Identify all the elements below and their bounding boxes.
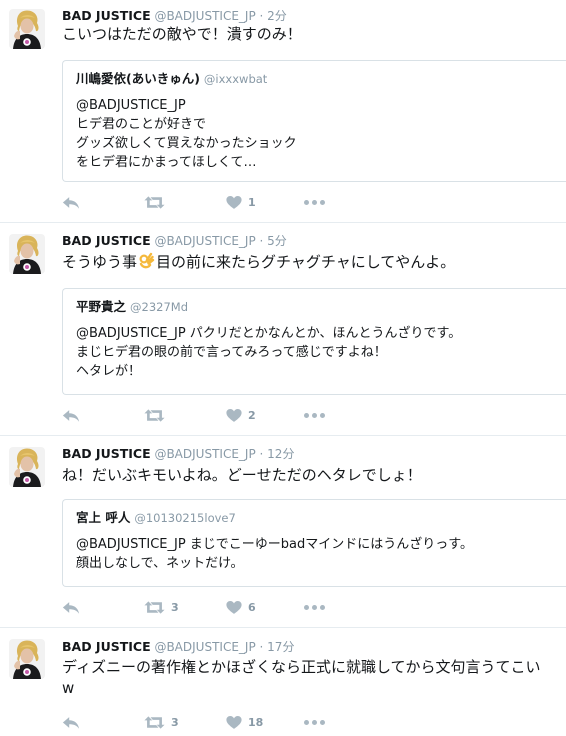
avatar[interactable]	[9, 234, 45, 274]
tweet-header: BAD JUSTICE @BADJUSTICE_JP · 5分	[62, 233, 287, 249]
more-icon	[304, 412, 309, 418]
quoted-text-line: @BADJUSTICE_JP まじでこーゆーbadマインドにはうんざりっす。	[76, 537, 473, 552]
tweet-header: BAD JUSTICE @BADJUSTICE_JP · 17分	[62, 639, 294, 655]
separator-dot: ·	[259, 234, 264, 248]
username[interactable]: @BADJUSTICE_JP	[154, 9, 255, 23]
timestamp[interactable]: 17分	[267, 640, 294, 654]
more-button[interactable]	[304, 713, 325, 731]
retweet-button[interactable]	[144, 193, 171, 211]
display-name[interactable]: BAD JUSTICE	[62, 233, 151, 248]
heart-icon	[226, 195, 242, 210]
quoted-header: 川嶋愛依(あいきゅん) @ixxxwbat	[76, 71, 566, 87]
retweet-icon	[144, 195, 165, 210]
more-icon	[304, 199, 309, 205]
like-count: 6	[248, 600, 256, 614]
reply-icon	[62, 600, 80, 615]
quoted-header: 宮上 呼人 @10130215love7	[76, 510, 566, 526]
quoted-header: 平野貴之 @2327Md	[76, 299, 566, 315]
more-icon	[304, 604, 309, 610]
username[interactable]: @BADJUSTICE_JP	[154, 234, 255, 248]
tweet-text-part: 目の前に来たらグチャグチャにしてやんよ。	[156, 253, 456, 271]
tweet-header: BAD JUSTICE @BADJUSTICE_JP · 2分	[62, 8, 287, 24]
reply-button[interactable]	[62, 193, 80, 211]
quoted-username: @ixxxwbat	[203, 72, 268, 86]
avatar[interactable]	[9, 639, 45, 679]
timestamp[interactable]: 12分	[267, 447, 294, 461]
quoted-text-line: まじヒデ君の眼の前で言ってみろって感じですよね！	[76, 345, 387, 360]
more-button[interactable]	[304, 406, 325, 424]
tweet-header: BAD JUSTICE @BADJUSTICE_JP · 12分	[62, 446, 294, 462]
quoted-display-name: 宮上 呼人	[76, 510, 131, 525]
like-count: 18	[248, 715, 264, 729]
quoted-text-line: グッズ欲しくて買えなかったショック	[76, 136, 297, 151]
quoted-display-name: 平野貴之	[76, 299, 127, 314]
like-button[interactable]: 6	[226, 598, 256, 616]
quoted-text-line: ヘタレが！	[76, 364, 142, 379]
ok-hand-emoji	[138, 252, 155, 269]
reply-button[interactable]	[62, 598, 80, 616]
tweet-4[interactable]: BAD JUSTICE @BADJUSTICE_JP · 17分 ディズニーの著…	[0, 627, 566, 736]
tweet-text: そうゆう事 目の前に来たらグチャグチャにしてやんよ。	[62, 252, 556, 273]
retweet-button[interactable]: 3	[144, 713, 179, 731]
tweet-text-part: そうゆう事	[62, 253, 138, 271]
like-count: 2	[248, 408, 256, 422]
quoted-tweet[interactable]: 平野貴之 @2327Md @BADJUSTICE_JP パクリだとかなんとか、ほ…	[62, 288, 566, 395]
quoted-username: @2327Md	[130, 300, 188, 314]
avatar[interactable]	[9, 9, 45, 49]
heart-icon	[226, 408, 242, 423]
reply-icon	[62, 408, 80, 423]
quoted-username: @10130215love7	[134, 511, 236, 525]
heart-icon	[226, 715, 242, 730]
separator-dot: ·	[259, 640, 264, 654]
like-button[interactable]: 2	[226, 406, 256, 424]
display-name[interactable]: BAD JUSTICE	[62, 446, 151, 461]
tweet-3[interactable]: BAD JUSTICE @BADJUSTICE_JP · 12分 ね！だいぶキモ…	[0, 435, 566, 628]
retweet-count: 3	[171, 715, 179, 729]
tweet-1[interactable]: BAD JUSTICE @BADJUSTICE_JP · 2分 こいつはただの敵…	[0, 0, 566, 223]
tweet-2[interactable]: BAD JUSTICE @BADJUSTICE_JP · 5分 そうゆう事 目の前…	[0, 222, 566, 436]
timestamp[interactable]: 5分	[267, 234, 287, 248]
heart-icon	[226, 600, 242, 615]
like-button[interactable]: 18	[226, 713, 263, 731]
reply-button[interactable]	[62, 713, 80, 731]
retweet-button[interactable]	[144, 406, 171, 424]
tweet-text: ディズニーの著作権とかほざくなら正式に就職してから文句言うてこいw	[62, 658, 541, 697]
retweet-icon	[144, 600, 165, 615]
quoted-display-name: 川嶋愛依(あいきゅん)	[76, 71, 200, 86]
more-button[interactable]	[304, 193, 325, 211]
username[interactable]: @BADJUSTICE_JP	[154, 447, 255, 461]
tweet-text: こいつはただの敵やで！潰すのみ！	[62, 25, 302, 43]
like-count: 1	[248, 195, 256, 209]
quoted-tweet[interactable]: 川嶋愛依(あいきゅん) @ixxxwbat @BADJUSTICE_JP ヒデ君…	[62, 60, 566, 182]
quoted-text-line: ヒデ君のことが好きで	[76, 117, 207, 132]
reply-icon	[62, 195, 80, 210]
quoted-text-line: 顔出しなしで、ネットだけ。	[76, 556, 244, 571]
separator-dot: ·	[259, 9, 264, 23]
quoted-text-line: @BADJUSTICE_JP パクリだとかなんとか、ほんとうんざりです。	[76, 326, 462, 341]
more-icon	[304, 719, 309, 725]
retweet-icon	[144, 715, 165, 730]
like-button[interactable]: 1	[226, 193, 256, 211]
quoted-text-line: をヒデ君にかまってほしくて…	[76, 155, 257, 170]
quoted-text-line: @BADJUSTICE_JP	[76, 98, 186, 113]
reply-icon	[62, 715, 80, 730]
separator-dot: ·	[259, 447, 264, 461]
more-button[interactable]	[304, 598, 325, 616]
display-name[interactable]: BAD JUSTICE	[62, 8, 151, 23]
avatar[interactable]	[9, 447, 45, 487]
quoted-tweet[interactable]: 宮上 呼人 @10130215love7 @BADJUSTICE_JP まじでこ…	[62, 499, 566, 587]
timestamp[interactable]: 2分	[267, 9, 287, 23]
username[interactable]: @BADJUSTICE_JP	[154, 640, 255, 654]
retweet-button[interactable]: 3	[144, 598, 179, 616]
retweet-icon	[144, 408, 165, 423]
retweet-count: 3	[171, 600, 179, 614]
tweet-text: ね！だいぶキモいよね。どーせただのヘタレでしょ！	[62, 466, 422, 484]
reply-button[interactable]	[62, 406, 80, 424]
display-name[interactable]: BAD JUSTICE	[62, 639, 151, 654]
